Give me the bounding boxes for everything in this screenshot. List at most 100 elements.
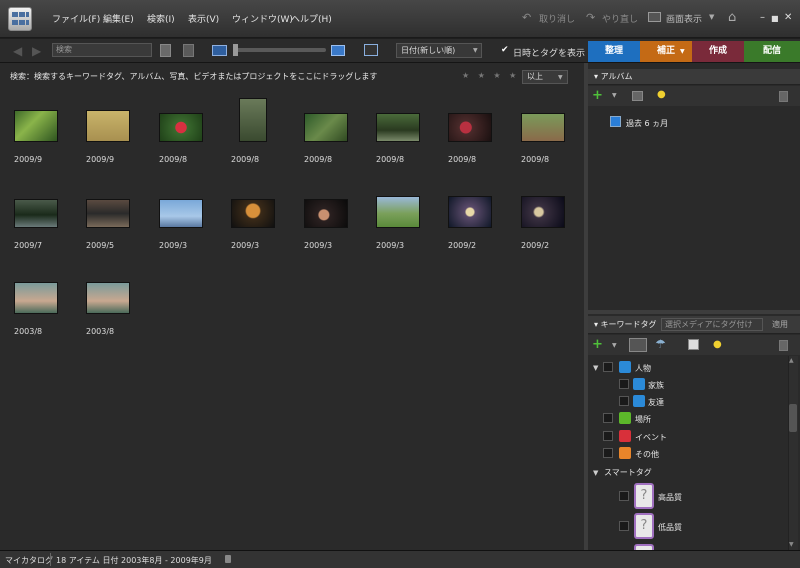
find-similar-icon[interactable] [160,44,171,57]
photo-thumbnail[interactable]: 2009/8 [362,92,434,182]
photo-image[interactable] [86,110,130,142]
show-date-tags-toggle[interactable]: 日時とタグを表示 [513,46,585,59]
undo-icon[interactable]: ↶ [522,11,531,24]
photo-thumbnail[interactable]: 2009/8 [290,92,362,182]
scroll-down-icon[interactable]: ▼ [789,541,794,548]
edit-album-icon[interactable] [632,91,643,101]
photo-image[interactable] [14,110,58,142]
checkmark-icon[interactable]: ✔ [501,45,509,55]
albums-header[interactable]: ▾ アルバム [588,69,800,85]
menu-find[interactable]: 検索(I) [147,12,175,25]
redo-icon[interactable]: ↷ [586,11,595,24]
single-view-icon[interactable] [331,45,345,56]
photo-image[interactable] [159,113,203,142]
tag-checkbox[interactable] [619,521,629,531]
photo-image[interactable] [304,199,348,228]
stack-icon[interactable] [183,44,194,57]
apply-button[interactable]: 適用 [772,319,788,330]
attachment-icon[interactable] [225,555,231,563]
photo-image[interactable] [448,196,492,228]
tag-input[interactable]: 選択メディアにタグ付け [661,318,763,331]
photo-thumbnail[interactable]: 2009/3 [217,178,289,268]
photo-thumbnail[interactable]: 2009/3 [290,178,362,268]
photo-thumbnail[interactable]: 2009/9 [0,92,72,182]
expand-arrow-icon[interactable]: ▼ [593,469,598,477]
redo-button[interactable]: やり直し [602,12,638,25]
chevron-down-icon[interactable]: ▼ [612,342,617,349]
forward-arrow-icon[interactable]: ▶ [32,44,41,58]
tag-checkbox[interactable] [603,431,613,441]
photo-image[interactable] [159,199,203,228]
tag-family[interactable]: 家族 [648,380,664,391]
add-tag-icon[interactable]: + [592,337,603,352]
album-item-last-6-months[interactable]: 過去 6 ヵ月 [626,118,668,129]
tag-friends[interactable]: 友達 [648,397,664,408]
search-input[interactable]: 検索 [52,43,152,57]
photo-thumbnail[interactable]: 2009/2 [507,178,579,268]
photo-image[interactable] [521,196,565,228]
sort-order-select[interactable]: 日付(新しい順) [396,43,482,58]
expand-arrow-icon[interactable]: ▼ [593,364,598,372]
photo-image[interactable] [376,113,420,142]
chevron-down-icon[interactable]: ▼ [473,47,478,54]
scroll-up-icon[interactable]: ▲ [789,357,794,364]
photo-image[interactable] [239,98,267,142]
add-album-icon[interactable]: + [592,88,603,103]
umbrella-icon[interactable]: ☂ [655,337,666,351]
photo-image[interactable] [86,199,130,228]
trash-icon[interactable] [779,91,788,102]
photo-thumbnail[interactable]: 2009/8 [434,92,506,182]
photo-thumbnail[interactable]: 2003/8 [0,264,72,354]
lightbulb-icon[interactable]: ● [657,89,666,100]
photo-image[interactable] [231,199,275,228]
photo-image[interactable] [448,113,492,142]
back-arrow-icon[interactable]: ◀ [13,44,22,58]
photo-thumbnail[interactable]: 2009/3 [362,178,434,268]
photo-image[interactable] [14,282,58,314]
thumbnail-size-slider[interactable] [234,48,326,52]
tag-low-quality[interactable]: 低品質 [658,522,682,533]
menu-file[interactable]: ファイル(F) [52,12,100,25]
tag-places[interactable]: 場所 [635,414,651,425]
photo-thumbnail[interactable]: 2009/5 [72,178,144,268]
tag-checkbox[interactable] [603,413,613,423]
trash-icon[interactable] [779,340,788,351]
menu-view[interactable]: 表示(V) [188,12,219,25]
tag-high-quality[interactable]: 高品質 [658,492,682,503]
scrollbar-thumb[interactable] [789,404,797,432]
tab-share[interactable]: 配信 [744,41,800,62]
tag-checkbox[interactable] [603,448,613,458]
photo-image[interactable] [521,113,565,142]
tag-people[interactable]: 人物 [635,363,651,374]
minimize-button[interactable]: – [760,12,765,23]
slideshow-icon[interactable] [364,44,378,56]
lightbulb-icon[interactable]: ● [713,339,722,350]
panel-splitter[interactable] [588,310,800,314]
photo-image[interactable] [376,196,420,228]
tag-checkbox[interactable] [619,379,629,389]
photo-thumbnail[interactable]: 2009/8 [145,92,217,182]
photo-thumbnail[interactable]: 2009/7 [0,178,72,268]
tag-checkbox[interactable] [619,396,629,406]
slider-handle[interactable] [233,44,238,56]
menu-window[interactable]: ウィンドウ(W) [232,12,293,25]
photo-image[interactable] [14,199,58,228]
photo-thumbnail[interactable]: 2009/3 [145,178,217,268]
scrollbar[interactable] [788,356,798,550]
grid-view-icon[interactable] [212,45,227,56]
tag-checkbox[interactable] [603,362,613,372]
tab-organize[interactable]: 整理 [588,41,640,62]
tag-lock-icon[interactable] [629,338,647,352]
smart-tags-title[interactable]: スマートタグ [604,467,652,478]
photo-thumbnail[interactable]: 2009/2 [434,178,506,268]
tag-events[interactable]: イベント [635,432,667,443]
maximize-button[interactable]: ■ [771,14,779,23]
photo-image[interactable] [86,282,130,314]
tag-checkbox[interactable] [619,491,629,501]
photo-thumbnail[interactable]: 2009/8 [507,92,579,182]
chevron-down-icon[interactable]: ▼ [680,48,685,55]
photo-thumbnail[interactable]: 2003/8 [72,264,144,354]
menu-help[interactable]: ヘルプ(H) [291,12,332,25]
chevron-down-icon[interactable]: ▼ [612,92,617,99]
menu-edit[interactable]: 編集(E) [103,12,134,25]
